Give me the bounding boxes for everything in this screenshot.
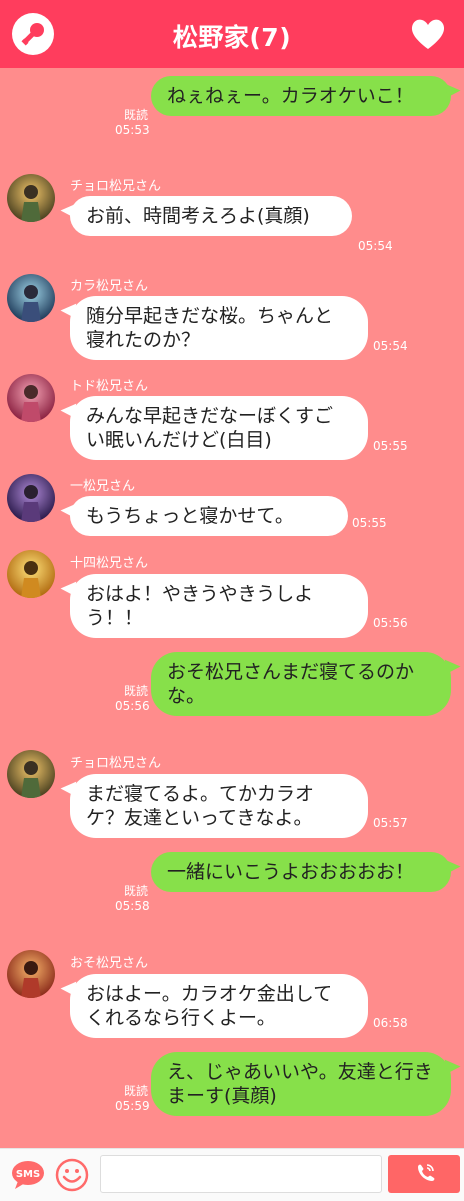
message-time: 05:56: [373, 616, 408, 630]
message-time: 05:58: [115, 899, 150, 913]
avatar[interactable]: [7, 550, 55, 598]
avatar[interactable]: [7, 950, 55, 998]
header-bar: 松野家(7): [0, 0, 464, 68]
avatar[interactable]: [7, 274, 55, 322]
avatar[interactable]: [7, 174, 55, 222]
message-time: 05:53: [115, 123, 150, 137]
message-input[interactable]: [100, 1155, 382, 1193]
sender-name: おそ松兄さん: [70, 956, 149, 971]
read-receipt: 既読: [123, 684, 148, 698]
message-time: 05:55: [352, 516, 387, 530]
sender-name: 一松兄さん: [70, 479, 136, 494]
incoming-message[interactable]: おはよー。カラオケ金出してくれるなら行くよー。: [70, 974, 368, 1038]
phone-icon: [418, 1164, 435, 1181]
incoming-message[interactable]: みんな早起きだなーぼくすごい眠いんだけど(白目): [70, 396, 368, 460]
message-time: 05:54: [358, 239, 393, 253]
message-time: 05:55: [373, 439, 408, 453]
message-time: 05:59: [115, 1099, 150, 1113]
call-button[interactable]: [388, 1155, 460, 1193]
incoming-message[interactable]: お前、時間考えろよ(真顔): [70, 196, 352, 236]
incoming-message[interactable]: まだ寝てるよ。てかカラオケ？友達といってきなよ。: [70, 774, 368, 838]
incoming-message[interactable]: もうちょっと寝かせて。: [70, 496, 348, 536]
outgoing-message[interactable]: おそ松兄さんまだ寝てるのかな。: [151, 652, 451, 716]
outgoing-message[interactable]: ねぇねぇー。カラオケいこ！: [151, 76, 451, 116]
avatar[interactable]: [7, 750, 55, 798]
outgoing-message[interactable]: 一緒にいこうよおおおおお！: [151, 852, 451, 892]
smiley-icon: [55, 1158, 89, 1192]
sender-name: トド松兄さん: [70, 379, 149, 394]
heart-icon: [411, 19, 445, 49]
sender-name: 十四松兄さん: [70, 556, 149, 571]
sender-name: チョロ松兄さん: [70, 756, 162, 771]
message-time: 05:57: [373, 816, 408, 830]
favorite-button[interactable]: [408, 14, 448, 54]
message-time: 06:58: [373, 1016, 408, 1030]
sender-name: カラ松兄さん: [70, 279, 149, 294]
read-receipt: 既読: [123, 884, 148, 898]
input-bar: SMS: [0, 1148, 464, 1201]
avatar[interactable]: [7, 474, 55, 522]
chat-title: 松野家(7): [172, 23, 292, 52]
read-receipt: 既読: [123, 108, 148, 122]
message-list[interactable]: 既読 05:53 ねぇねぇー。カラオケいこ！ チョロ松兄さん お前、時間考えろよ…: [0, 68, 464, 1148]
message-time: 05:56: [115, 699, 150, 713]
incoming-message[interactable]: 随分早起きだな桜。ちゃんと寝れたのか？: [70, 296, 368, 360]
sms-button[interactable]: SMS: [10, 1159, 46, 1191]
message-time: 05:54: [373, 339, 408, 353]
sender-name: チョロ松兄さん: [70, 179, 162, 194]
sms-icon: SMS: [12, 1161, 44, 1189]
avatar[interactable]: [7, 374, 55, 422]
read-receipt: 既読: [123, 1084, 148, 1098]
sms-label: SMS: [16, 1169, 40, 1180]
incoming-message[interactable]: おはよ！やきうやきうしよう！！: [70, 574, 368, 638]
outgoing-message[interactable]: え、じゃあいいや。友達と行きまーす(真顔): [151, 1052, 451, 1116]
emoji-button[interactable]: [54, 1157, 90, 1193]
